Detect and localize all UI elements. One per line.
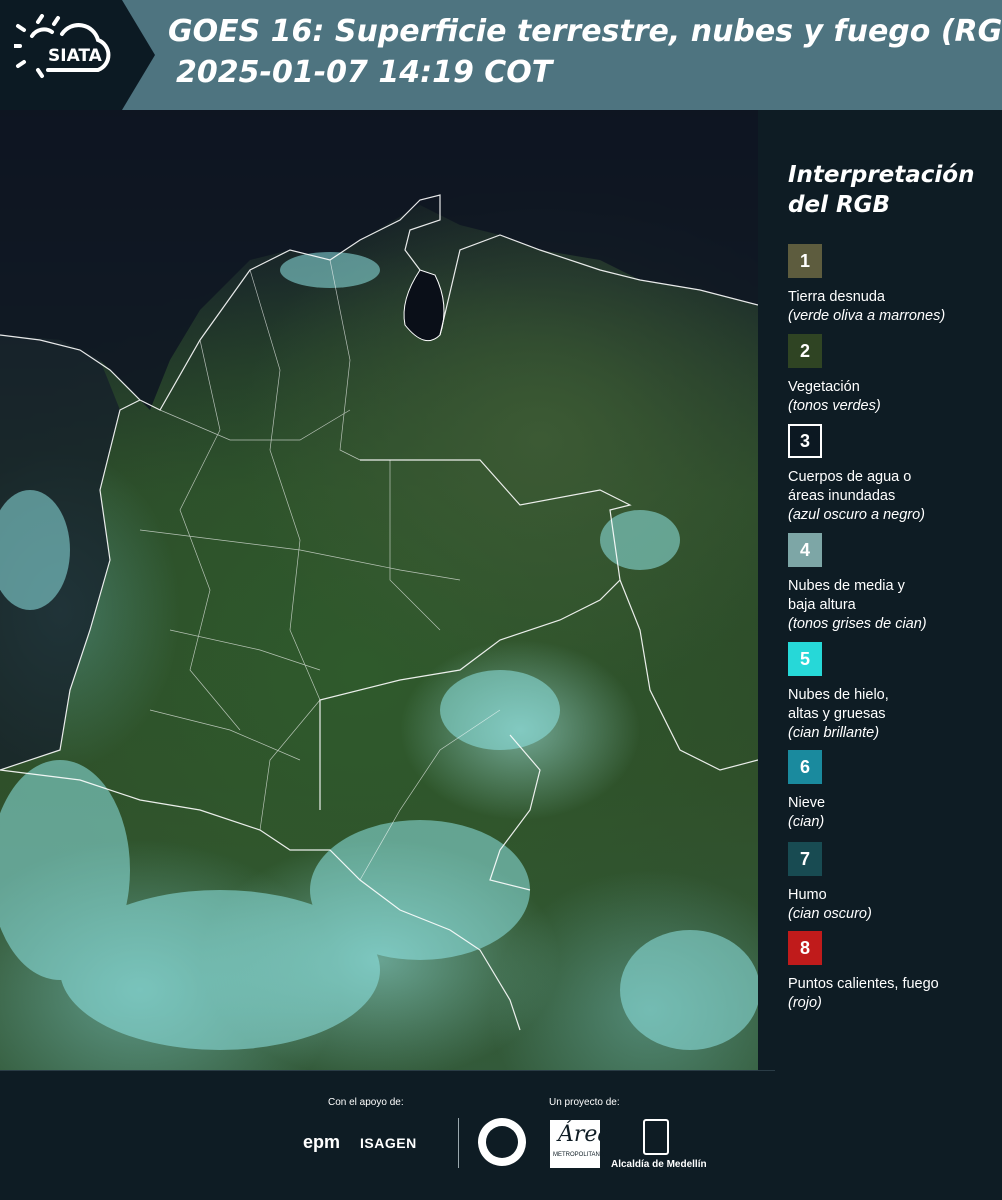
legend-sub-7: (cian oscuro) — [788, 906, 872, 922]
legend-swatch-8: 8 — [788, 931, 822, 965]
legend-label-5: Nubes de hielo, — [788, 687, 889, 703]
legend-item-smoke: 7 Humo (cian oscuro) — [788, 842, 993, 924]
legend-label-4b: baja altura — [788, 597, 856, 613]
legend-item-bare-soil: 1 Tierra desnuda (verde oliva a marrones… — [788, 244, 993, 326]
legend-swatch-5: 5 — [788, 642, 822, 676]
legend-label-3b: áreas inundadas — [788, 488, 896, 504]
legend-swatch-3: 3 — [788, 424, 822, 458]
legend-item-vegetation: 2 Vegetación (tonos verdes) — [788, 334, 993, 416]
legend-label-5b: altas y gruesas — [788, 706, 886, 722]
legend-title: Interpretación del RGB — [788, 160, 974, 220]
legend-item-mid-low-clouds: 4 Nubes de media y baja altura (tonos gr… — [788, 533, 993, 634]
legend-swatch-2: 2 — [788, 334, 822, 368]
page-title: GOES 16: Superficie terrestre, nubes y f… — [168, 14, 1002, 49]
legend-sub-1: (verde oliva a marrones) — [788, 308, 946, 324]
siata-logo: SIATA — [0, 0, 155, 110]
footer-divider — [458, 1118, 459, 1168]
legend-label-6: Nieve — [788, 795, 826, 811]
legend-label-8: Puntos calientes, fuego — [788, 976, 939, 992]
isagen-logo: ISAGEN — [360, 1135, 417, 1151]
legend-title-line2: del RGB — [788, 192, 891, 218]
page-datetime: 2025-01-07 14:19 COT — [176, 55, 553, 90]
legend-sub-3: (azul oscuro a negro) — [788, 507, 926, 523]
lake-maracaibo — [403, 269, 445, 342]
legend-item-ice-clouds: 5 Nubes de hielo, altas y gruesas (cian … — [788, 642, 993, 743]
footer-separator — [0, 1070, 775, 1071]
legend-sub-6: (cian) — [788, 814, 825, 830]
caribbean-sea — [0, 110, 758, 410]
legend-label-7: Humo — [788, 887, 827, 903]
legend-item-snow: 6 Nieve (cian) — [788, 750, 993, 832]
area-logo-title: Área — [558, 1122, 611, 1147]
header-bar: SIATA GOES 16: Superficie terrestre, nub… — [0, 0, 1002, 110]
legend-swatch-1: 1 — [788, 244, 822, 278]
satellite-rgb-map[interactable] — [0, 110, 758, 1070]
project-caption: Un proyecto de: — [549, 1097, 620, 1108]
legend-item-fire: 8 Puntos calientes, fuego (rojo) — [788, 931, 993, 1013]
university-seal-logo — [478, 1118, 526, 1166]
legend-swatch-6: 6 — [788, 750, 822, 784]
legend-sub-5: (cian brillante) — [788, 725, 880, 741]
legend-swatch-7: 7 — [788, 842, 822, 876]
siata-logo-text: SIATA — [48, 46, 102, 66]
legend-label-3: Cuerpos de agua o — [788, 469, 912, 485]
legend-title-line1: Interpretación — [788, 162, 975, 188]
legend-item-water: 3 Cuerpos de agua o áreas inundadas (azu… — [788, 424, 993, 525]
area-metropolitana-logo: Área METROPOLITANA — [550, 1120, 611, 1168]
map-overlay — [0, 110, 758, 1050]
legend-sub-4: (tonos grises de cian) — [788, 616, 927, 632]
epm-logo: epm — [303, 1132, 341, 1152]
legend-sub-8: (rojo) — [788, 995, 822, 1011]
support-caption: Con el apoyo de: — [328, 1097, 404, 1108]
alcaldia-shield-icon — [643, 1119, 669, 1155]
legend-label-1: Tierra desnuda — [788, 289, 885, 305]
legend-swatch-4: 4 — [788, 533, 822, 567]
alcaldia-logo-text: Alcaldía de Medellín — [611, 1159, 707, 1170]
area-logo-subtitle: METROPOLITANA — [553, 1152, 604, 1158]
legend-sub-2: (tonos verdes) — [788, 398, 881, 414]
legend-label-2: Vegetación — [788, 379, 860, 395]
legend-label-4: Nubes de media y — [788, 578, 905, 594]
